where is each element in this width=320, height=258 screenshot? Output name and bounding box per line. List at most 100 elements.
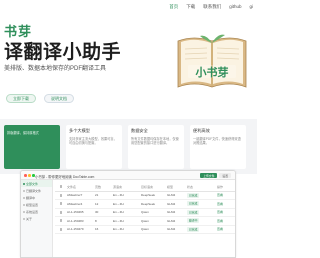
sidebar-item-translated[interactable]: 已翻译文件 (21, 187, 52, 194)
row-action[interactable]: 查看 (217, 210, 235, 214)
nav-gitee[interactable]: gi (249, 4, 253, 10)
minimize-dot-icon[interactable] (28, 174, 31, 177)
nav-github[interactable]: github (229, 4, 241, 10)
table-row[interactable]: AI-1-150483 8 En→ZH Qwen GLM4 翻译中 查看 (55, 217, 235, 226)
sidebar-item-all[interactable]: 全部文件 (21, 180, 52, 187)
row-checkbox (55, 193, 67, 197)
model-icon (23, 203, 25, 206)
row-filename: AI-1-150483 (67, 218, 84, 223)
upload-button[interactable]: 上传文件 (200, 173, 218, 178)
feature-card-layout: 排版翻译，保持原格式 (4, 125, 60, 169)
table-row[interactable]: AMwebrer7 21 En→ZH DeepSeek GLM4 已完成 查看 (55, 192, 235, 200)
row-pages: 8 (95, 218, 97, 223)
nav-download[interactable]: 下载 (186, 4, 195, 10)
status-badge: 已完成 (187, 226, 200, 232)
feature-desc: 支持多家主流大模型，效果可靠，可自由切换与配置。 (69, 137, 117, 146)
row-checkbox[interactable] (59, 219, 63, 223)
row-source: En→ZH (113, 193, 124, 198)
row-target: Qwen (141, 227, 149, 232)
row-filename: AMwebrer7 (67, 193, 83, 198)
row-target: DeepSeek (141, 193, 156, 198)
status-badge: 已完成 (187, 209, 200, 215)
row-model: GLM4 (167, 193, 176, 198)
row-action[interactable]: 查看 (217, 227, 235, 231)
row-model: GLM4 (167, 227, 176, 232)
col-source: 源语言 (113, 184, 123, 189)
book-illustration: 小书芽 (177, 34, 247, 88)
row-pages: 12 (95, 201, 99, 206)
app-title: 小书芽 - 带你更好地阅读 DocTable.com (35, 174, 95, 179)
close-dot-icon[interactable] (24, 174, 27, 177)
row-action[interactable]: 查看 (217, 202, 235, 206)
sidebar-item-models[interactable]: 模型设置 (21, 201, 52, 208)
nav-contact[interactable]: 联系我们 (203, 4, 221, 10)
hero-title: 译翻译小助手 (4, 42, 122, 63)
row-pages: 16 (95, 227, 99, 232)
row-status: 翻译中 (187, 218, 217, 224)
sidebar-item-translating[interactable]: 翻译中 (21, 194, 52, 201)
col-pages: 页数 (95, 184, 102, 189)
row-action[interactable]: 查看 (217, 219, 235, 223)
feature-desc: 所有文件数据均保存在本地，仅使用您配置的接口进行翻译。 (131, 137, 179, 146)
row-checkbox[interactable] (59, 210, 63, 214)
table-body: AMwebrer7 21 En→ZH DeepSeek GLM4 已完成 查看 AMwebre… (55, 192, 235, 234)
table-header: 文件名 页数 源语言 目标语言 模型 状态 操作 (55, 183, 235, 192)
row-checkbox[interactable] (59, 202, 63, 206)
select-all-checkbox[interactable] (59, 185, 63, 189)
row-model: GLM4 (167, 201, 176, 206)
table-row[interactable]: AI-1-150479 16 En→ZH Qwen GLM4 已完成 查看 (55, 226, 235, 234)
col-target: 目标语言 (141, 184, 154, 189)
info-icon (23, 217, 25, 220)
clock-icon (23, 196, 25, 199)
row-model: GLM4 (167, 218, 176, 223)
nav-home[interactable]: 首页 (169, 4, 178, 10)
row-checkbox[interactable] (59, 227, 63, 231)
row-target: Qwen (141, 210, 149, 215)
row-pages: 30 (95, 210, 99, 215)
file-table: 文件名 页数 源语言 目标语言 模型 状态 操作 AMwebrer7 21 En→Z… (55, 183, 235, 234)
row-checkbox (55, 219, 67, 223)
window-controls (24, 174, 35, 177)
book-label: 小书芽 (195, 65, 229, 79)
sidebar-item-about[interactable]: 关于 (21, 215, 52, 222)
col-actions: 操作 (217, 184, 224, 189)
sidebar-item-settings[interactable]: 系统设置 (21, 208, 52, 215)
feature-title: 多个大模型 (69, 128, 90, 133)
hero-subtitle: 美排版、数据本地保存的PDF翻译工具 (4, 66, 107, 72)
row-source: En→ZH (113, 218, 124, 223)
feature-desc: 一键翻译PDF文件，快速获得双语对照结果。 (193, 137, 241, 146)
row-source: En→ZH (113, 201, 124, 206)
docs-button[interactable]: 说明文档 (44, 94, 74, 103)
feature-title: 数据安全 (131, 128, 148, 133)
app-toolbar: 上传文件 设置 (200, 173, 231, 178)
row-checkbox (55, 227, 67, 231)
download-button[interactable]: 立即下载 (6, 94, 36, 103)
row-model: GLM4 (167, 210, 176, 215)
app-window: 小书芽 - 带你更好地阅读 DocTable.com 上传文件 设置 全部文件 … (20, 170, 236, 258)
row-source: En→ZH (113, 210, 124, 215)
row-filename: AI-1-150495 (67, 210, 84, 215)
check-icon (23, 189, 25, 192)
table-row[interactable]: AMwebrer4 12 En→ZH DeepSeek GLM4 已完成 查看 (55, 200, 235, 209)
row-source: En→ZH (113, 227, 124, 232)
col-model: 模型 (167, 184, 174, 189)
status-badge: 已完成 (187, 201, 200, 207)
folder-icon (23, 182, 25, 185)
row-filename: AI-1-150479 (67, 227, 84, 232)
feature-title: 便利高效 (193, 128, 210, 133)
row-status: 已完成 (187, 226, 217, 232)
row-filename: AMwebrer4 (67, 201, 83, 206)
feature-card-models: 多个大模型 支持多家主流大模型，效果可靠，可自由切换与配置。 (66, 125, 122, 169)
hero-buttons: 立即下载 说明文档 (6, 94, 74, 103)
status-badge: 已完成 (187, 192, 200, 198)
row-checkbox[interactable] (59, 193, 63, 197)
col-status: 状态 (187, 184, 194, 189)
table-row[interactable]: AI-1-150495 30 En→ZH Qwen GLM4 已完成 查看 (55, 209, 235, 217)
row-status: 已完成 (187, 192, 217, 198)
status-badge: 翻译中 (187, 218, 200, 224)
settings-button[interactable]: 设置 (219, 173, 231, 178)
feature-card-security: 数据安全 所有文件数据均保存在本地，仅使用您配置的接口进行翻译。 (128, 125, 184, 169)
row-target: Qwen (141, 218, 149, 223)
row-action[interactable]: 查看 (217, 193, 235, 197)
row-checkbox (55, 210, 67, 214)
